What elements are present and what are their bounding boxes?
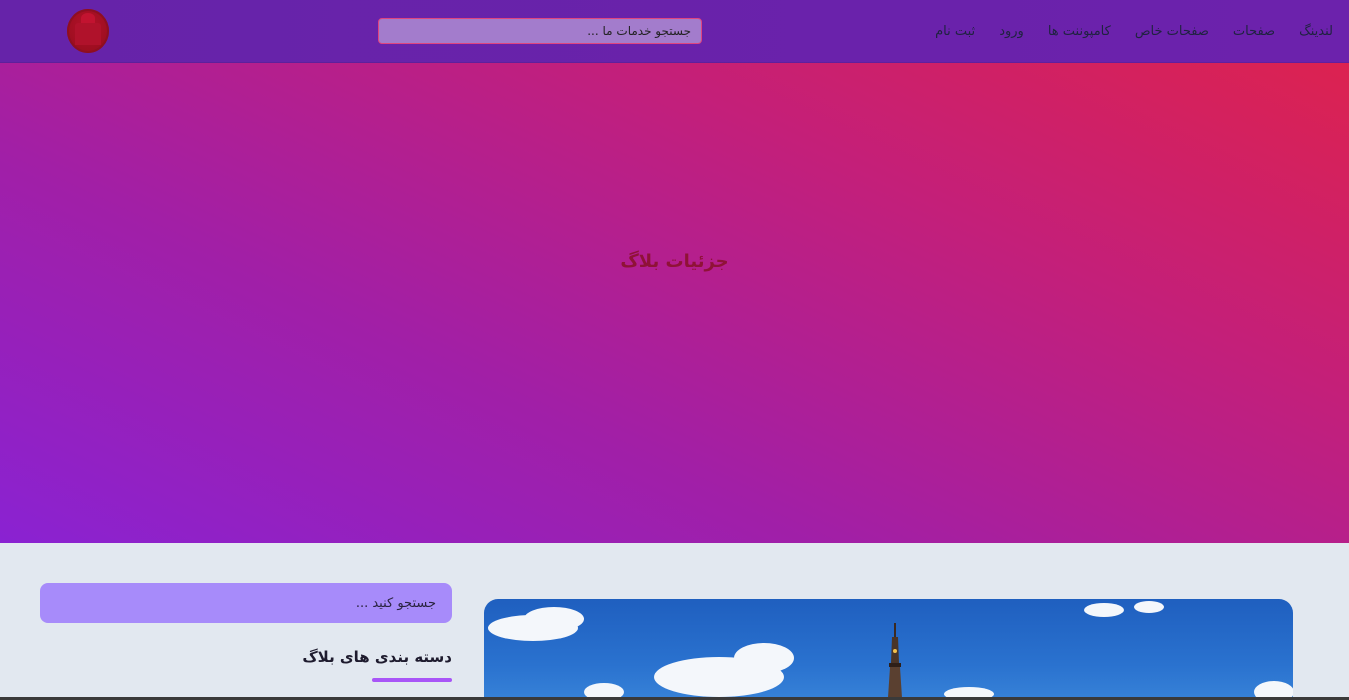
heading-underline [372, 678, 452, 682]
sidebar-search-input[interactable] [40, 583, 452, 623]
nav-item-landing[interactable]: لندینگ [1299, 24, 1333, 39]
eiffel-tower-icon [887, 623, 903, 700]
hero-banner: جزئیات بلاگ [0, 63, 1349, 543]
cloud [734, 643, 794, 673]
cloud [524, 607, 584, 631]
top-navbar: لندینگ صفحات صفحات خاص کامپوننت ها ورود … [0, 0, 1349, 63]
header-search-input[interactable] [378, 18, 702, 44]
mosque-logo-icon[interactable] [67, 9, 109, 53]
nav-item-pages[interactable]: صفحات [1233, 24, 1275, 39]
cloud [1134, 601, 1164, 613]
cloud [1084, 603, 1124, 617]
nav-item-login[interactable]: ورود [999, 24, 1024, 39]
nav-item-components[interactable]: کامپوننت ها [1048, 24, 1111, 39]
categories-heading: دسته بندی های بلاگ [302, 648, 452, 666]
nav-item-special-pages[interactable]: صفحات خاص [1135, 24, 1209, 39]
main-nav: لندینگ صفحات صفحات خاص کامپوننت ها ورود … [935, 21, 1333, 41]
logo-dome [81, 13, 95, 23]
logo-body [75, 23, 101, 45]
blog-cover-image [484, 599, 1293, 700]
nav-item-signup[interactable]: ثبت نام [935, 24, 975, 39]
page-title: جزئیات بلاگ [620, 251, 729, 272]
